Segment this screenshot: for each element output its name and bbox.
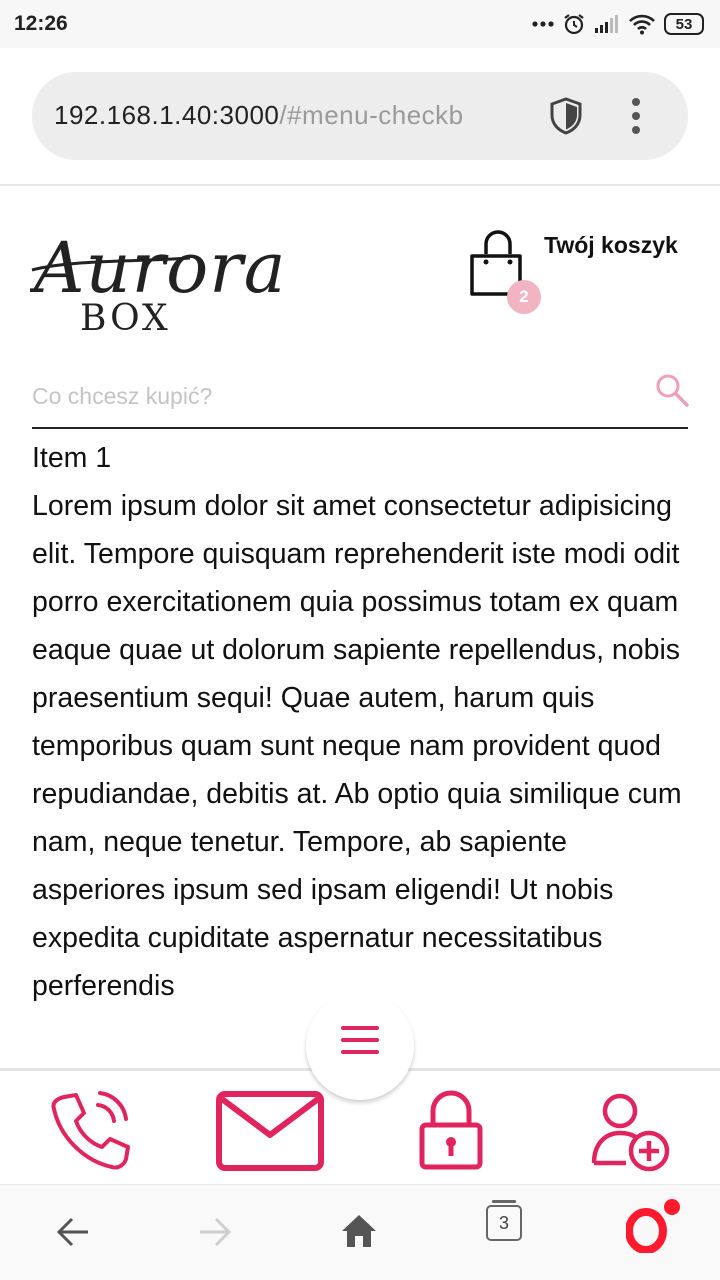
menu-icon (341, 1026, 379, 1030)
add-user-icon[interactable] (590, 1091, 672, 1173)
battery-indicator: 53 (664, 13, 704, 35)
alarm-icon (564, 14, 584, 35)
tabs-button[interactable]: 3 (486, 1200, 522, 1241)
phone-icon[interactable] (46, 1089, 136, 1173)
menu-content: Item 1 Lorem ipsum dolor sit amet consec… (32, 434, 682, 1068)
cart-count-badge: 2 (507, 280, 541, 314)
search-underline (32, 427, 688, 429)
browser-menu-icon[interactable] (626, 98, 646, 138)
status-icons: 53 (532, 10, 704, 38)
search-input[interactable] (32, 374, 638, 418)
url-host: 192.168.1.40:3000 (54, 100, 280, 130)
cart-label[interactable]: Twój koszyk (544, 232, 678, 259)
wifi-icon (629, 14, 655, 35)
item-body: Lorem ipsum dolor sit amet consectetur a… (32, 490, 682, 1002)
notification-dot (664, 1199, 680, 1215)
lock-icon[interactable] (418, 1089, 484, 1171)
menu-toggle-button[interactable] (306, 992, 414, 1100)
shield-icon[interactable] (548, 96, 584, 136)
status-bar: 12:26 53 (0, 0, 720, 48)
browser-divider (0, 184, 720, 186)
url-path: /#menu-checkb (279, 100, 464, 130)
item-title[interactable]: Item 1 (32, 434, 682, 482)
address-bar[interactable]: 192.168.1.40:3000/#menu-checkb (32, 72, 688, 160)
home-icon[interactable] (340, 1213, 378, 1249)
more-dots-icon (532, 21, 554, 27)
search-icon[interactable] (654, 372, 690, 408)
url-text[interactable]: 192.168.1.40:3000/#menu-checkb (54, 100, 524, 134)
logo-script: Aurora (30, 227, 286, 309)
mail-icon[interactable] (216, 1091, 324, 1171)
logo-sub: BOX (80, 298, 171, 334)
browser-nav: 3 (0, 1184, 720, 1280)
status-time: 12:26 (14, 12, 68, 35)
forward-arrow-icon[interactable] (198, 1215, 232, 1249)
signal-icon (595, 15, 618, 33)
opera-logo-icon[interactable] (626, 1207, 670, 1253)
logo[interactable]: Aurora BOX (30, 204, 330, 334)
back-arrow-icon[interactable] (56, 1215, 90, 1249)
